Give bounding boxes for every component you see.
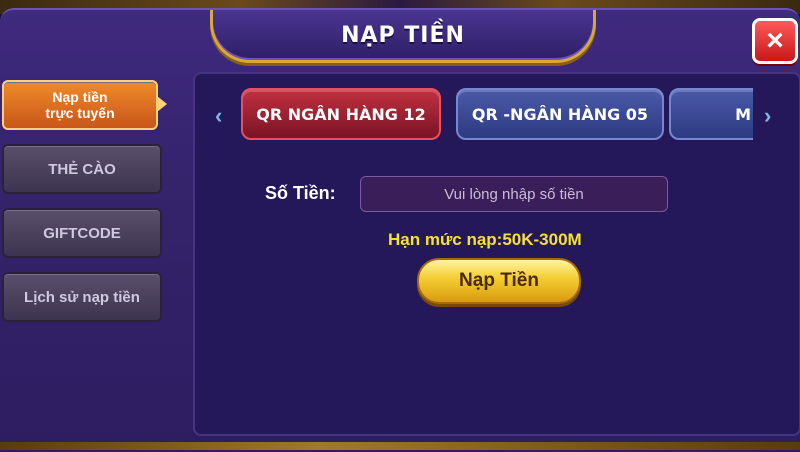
deposit-limit-text: Hạn mức nạp:50K-300M	[388, 230, 582, 249]
menu-item-label: Nạp tiền trực tuyến	[45, 89, 115, 121]
bank-tab-label: M	[735, 104, 751, 124]
menu-item-card[interactable]: THẺ CÀO	[2, 144, 162, 194]
close-button[interactable]: ×	[752, 18, 798, 64]
side-menu: Nạp tiền trực tuyến THẺ CÀO GIFTCODE Lịc…	[2, 80, 167, 336]
menu-item-online-deposit[interactable]: Nạp tiền trực tuyến	[2, 80, 167, 130]
bank-tab-label: QR -NGÂN HÀNG 05	[471, 104, 649, 124]
bank-tab-label: QR NGÂN HÀNG 12	[256, 104, 426, 124]
dialog-title: NẠP TIỀN	[341, 22, 465, 48]
menu-item-label: Lịch sử nạp tiền	[24, 288, 140, 306]
close-icon: ×	[766, 24, 784, 57]
deposit-submit-button[interactable]: Nạp Tiền	[417, 258, 581, 304]
submit-label: Nạp Tiền	[459, 270, 539, 291]
menu-item-history[interactable]: Lịch sử nạp tiền	[2, 272, 162, 322]
menu-item-label: GIFTCODE	[43, 224, 121, 242]
prev-arrow-icon[interactable]: ‹	[215, 103, 222, 129]
menu-item-label: THẺ CÀO	[48, 160, 116, 178]
background-bottom-strip	[0, 442, 800, 450]
next-arrow-icon[interactable]: ›	[764, 103, 771, 129]
bank-tab-strip: QR NGÂN HÀNG 12 QR -NGÂN HÀNG 05 M	[241, 88, 753, 140]
bank-tab-partial[interactable]: M	[669, 88, 753, 140]
title-banner: NẠP TIỀN	[210, 10, 596, 63]
amount-input[interactable]	[360, 176, 668, 212]
bank-tab-qr-12[interactable]: QR NGÂN HÀNG 12	[241, 88, 441, 140]
amount-label: Số Tiền:	[265, 183, 336, 203]
bank-tab-qr-05[interactable]: QR -NGÂN HÀNG 05	[456, 88, 664, 140]
menu-item-giftcode[interactable]: GIFTCODE	[2, 208, 162, 258]
